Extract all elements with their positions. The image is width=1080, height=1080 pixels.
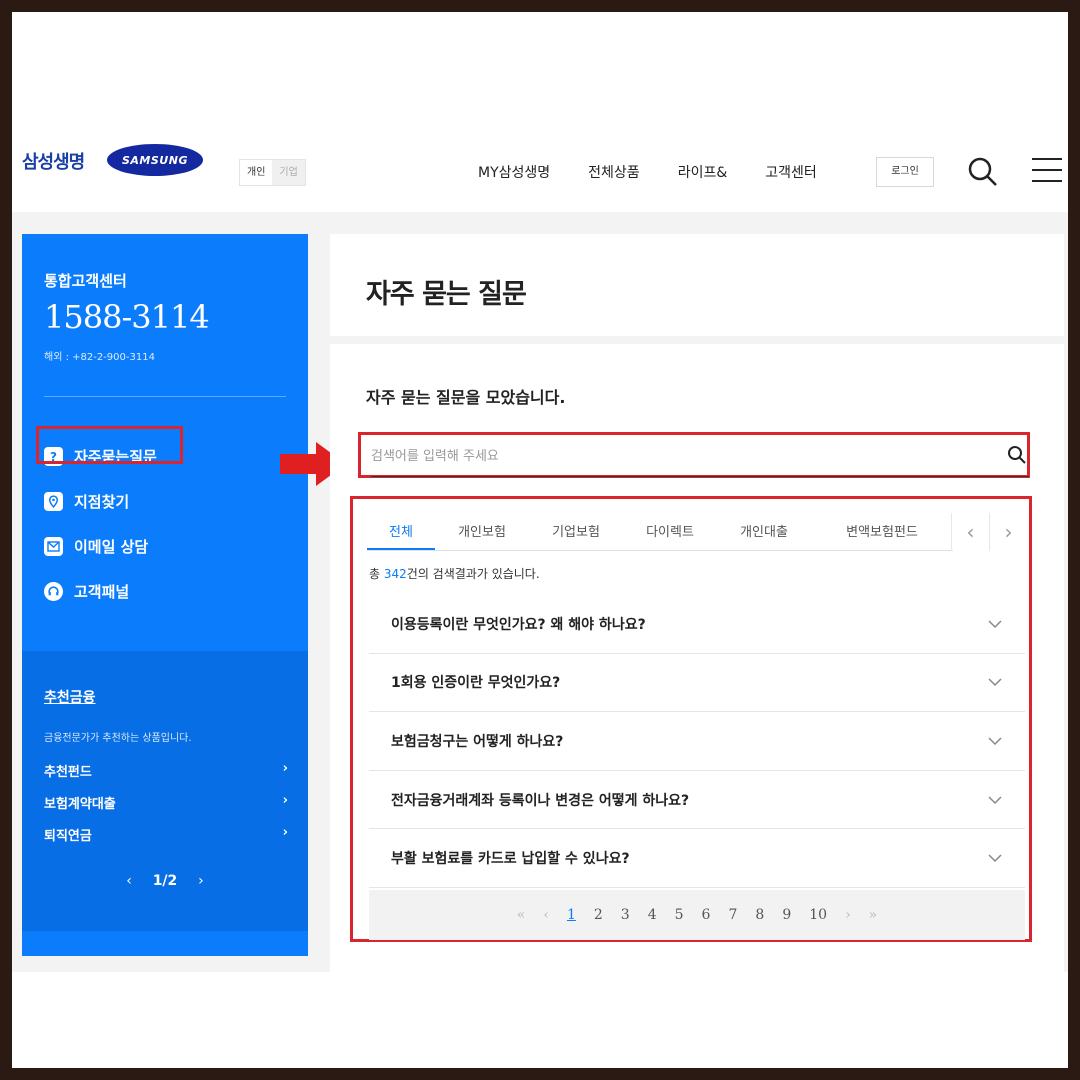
next-arrow-icon[interactable]: › bbox=[198, 873, 204, 889]
search-highlight-box bbox=[358, 432, 1030, 478]
page-link[interactable]: 8 bbox=[755, 907, 764, 923]
page-link-current[interactable]: 1 bbox=[567, 907, 576, 923]
tab-scroll-arrows: ‹ › bbox=[951, 513, 1027, 551]
sidebar-item-email[interactable]: 이메일 상담 bbox=[44, 524, 157, 569]
faq-list: 이용등록이란 무엇인가요? 왜 해야 하나요? 1회용 인증이란 무엇인가요? … bbox=[369, 595, 1025, 888]
page-link[interactable]: 5 bbox=[675, 907, 684, 923]
faq-question: 보험금청구는 어떻게 하나요? bbox=[391, 733, 564, 750]
nav-customer-center[interactable]: 고객센터 bbox=[765, 162, 817, 182]
recommend-pager: ‹ 1/2 › bbox=[22, 873, 308, 889]
chevron-left-icon[interactable]: ‹ bbox=[951, 513, 989, 551]
overseas-phone: 해외 : +82-2-900-3114 bbox=[44, 352, 155, 363]
faq-question: 부활 보험료를 카드로 납입할 수 있나요? bbox=[391, 851, 630, 868]
prev-page-icon[interactable]: ‹ bbox=[543, 907, 549, 923]
login-button[interactable]: 로그인 bbox=[876, 157, 934, 187]
recommend-desc: 금융전문가가 추천하는 상품입니다. bbox=[44, 733, 192, 744]
recommend-item[interactable]: 퇴직연금 › bbox=[44, 825, 288, 857]
sidebar: 통합고객센터 1588-3114 해외 : +82-2-900-3114 ? 자… bbox=[22, 234, 308, 956]
chevron-down-icon[interactable] bbox=[987, 792, 1003, 808]
recommend-item-label: 퇴직연금 bbox=[44, 829, 92, 844]
first-page-icon[interactable]: « bbox=[517, 907, 526, 923]
page-title: 자주 묻는 질문 bbox=[366, 279, 527, 310]
page-link[interactable]: 3 bbox=[621, 907, 630, 923]
faq-question: 전자금융거래계좌 등록이나 변경은 어떻게 하나요? bbox=[391, 792, 690, 809]
faq-subtitle: 자주 묻는 질문을 모았습니다. bbox=[366, 388, 566, 407]
site-header: 삼성생명 SAMSUNG 개인 기업 MY삼성생명 전체상품 라이프& 고객센터… bbox=[12, 132, 1068, 212]
recommend-item[interactable]: 보험계약대출 › bbox=[44, 793, 288, 825]
tab-direct[interactable]: 다이렉트 bbox=[623, 513, 717, 550]
recommend-list: 추천펀드 › 보험계약대출 › 퇴직연금 › bbox=[44, 761, 288, 857]
tab-all[interactable]: 전체 bbox=[367, 513, 435, 550]
pagination: « ‹ 1 2 3 4 5 6 7 8 9 10 › » bbox=[369, 890, 1025, 940]
page-link[interactable]: 9 bbox=[782, 907, 791, 923]
recommend-item[interactable]: 추천펀드 › bbox=[44, 761, 288, 793]
mail-icon bbox=[44, 537, 63, 556]
sidebar-item-label: 이메일 상담 bbox=[74, 538, 149, 556]
samsung-logo[interactable]: SAMSUNG bbox=[107, 144, 203, 176]
page-link[interactable]: 10 bbox=[809, 907, 827, 923]
recommend-item-label: 보험계약대출 bbox=[44, 797, 116, 812]
faq-content-panel: 자주 묻는 질문을 모았습니다. 전체 개인보험 기업보험 다이렉트 개인대출 … bbox=[330, 344, 1064, 972]
tab-personal-insurance[interactable]: 개인보험 bbox=[435, 513, 529, 550]
chevron-down-icon[interactable] bbox=[987, 674, 1003, 690]
sidebar-item-label: 지점찾기 bbox=[74, 493, 130, 511]
faq-item[interactable]: 이용등록이란 무엇인가요? 왜 해야 하나요? bbox=[369, 595, 1025, 654]
sidebar-divider bbox=[44, 396, 286, 397]
result-count-number: 342 bbox=[383, 567, 407, 581]
faq-item[interactable]: 1회용 인증이란 무엇인가요? bbox=[369, 653, 1025, 713]
search-icon[interactable] bbox=[1007, 445, 1027, 465]
last-page-icon[interactable]: » bbox=[869, 907, 878, 923]
brand-logo[interactable]: 삼성생명 bbox=[22, 148, 85, 174]
nav-life[interactable]: 라이프& bbox=[678, 162, 728, 182]
sidebar-item-customer-panel[interactable]: 고객패널 bbox=[44, 569, 157, 614]
sidebar-item-branch-finder[interactable]: 지점찾기 bbox=[44, 479, 157, 524]
headset-icon bbox=[44, 582, 63, 601]
customer-center-label: 통합고객센터 bbox=[44, 272, 127, 290]
next-page-icon[interactable]: › bbox=[845, 907, 851, 923]
chevron-right-icon: › bbox=[282, 761, 288, 776]
faq-highlight-box bbox=[36, 426, 183, 464]
faq-highlight-box: 전체 개인보험 기업보험 다이렉트 개인대출 변액보험펀드 ‹ › 총 342건… bbox=[350, 496, 1032, 942]
tab-personal-loan[interactable]: 개인대출 bbox=[717, 513, 811, 550]
page-link[interactable]: 7 bbox=[728, 907, 737, 923]
tab-business-insurance[interactable]: 기업보험 bbox=[529, 513, 623, 550]
chevron-right-icon[interactable]: › bbox=[989, 513, 1027, 551]
recommend-page-indicator: 1/2 bbox=[152, 873, 178, 889]
category-tabs: 전체 개인보험 기업보험 다이렉트 개인대출 변액보험펀드 bbox=[367, 513, 953, 551]
toggle-personal[interactable]: 개인 bbox=[240, 160, 273, 185]
chevron-down-icon[interactable] bbox=[987, 733, 1003, 749]
chevron-down-icon[interactable] bbox=[987, 616, 1003, 632]
nav-my-samsung-life[interactable]: MY삼성생명 bbox=[478, 162, 550, 182]
faq-question: 1회용 인증이란 무엇인가요? bbox=[391, 675, 561, 692]
search-bar bbox=[371, 435, 1029, 477]
recommend-title[interactable]: 추천금융 bbox=[44, 687, 96, 707]
sidebar-item-label: 고객패널 bbox=[74, 583, 130, 601]
chevron-right-icon: › bbox=[282, 793, 288, 808]
page-link[interactable]: 6 bbox=[702, 907, 711, 923]
chevron-right-icon: › bbox=[282, 825, 288, 840]
chevron-down-icon[interactable] bbox=[987, 850, 1003, 866]
tab-variable-insurance-fund[interactable]: 변액보험펀드 bbox=[811, 513, 953, 550]
faq-item[interactable]: 보험금청구는 어떻게 하나요? bbox=[369, 712, 1025, 771]
faq-item[interactable]: 전자금융거래계좌 등록이나 변경은 어떻게 하나요? bbox=[369, 770, 1025, 830]
page-link[interactable]: 4 bbox=[648, 907, 657, 923]
page-link[interactable]: 2 bbox=[594, 907, 603, 923]
location-pin-icon bbox=[44, 492, 63, 511]
recommend-panel: 추천금융 금융전문가가 추천하는 상품입니다. 추천펀드 › 보험계약대출 › … bbox=[22, 651, 308, 931]
faq-question: 이용등록이란 무엇인가요? 왜 해야 하나요? bbox=[391, 616, 646, 633]
screenshot-frame: 삼성생명 SAMSUNG 개인 기업 MY삼성생명 전체상품 라이프& 고객센터… bbox=[12, 12, 1068, 1068]
page-title-panel: 자주 묻는 질문 bbox=[330, 234, 1064, 336]
customer-center-phone[interactable]: 1588-3114 bbox=[44, 298, 210, 336]
main-nav: MY삼성생명 전체상품 라이프& 고객센터 bbox=[478, 162, 855, 182]
prev-arrow-icon[interactable]: ‹ bbox=[126, 873, 132, 889]
nav-all-products[interactable]: 전체상품 bbox=[588, 162, 640, 182]
recommend-item-label: 추천펀드 bbox=[44, 765, 92, 780]
search-icon[interactable] bbox=[967, 156, 999, 188]
customer-type-toggle: 개인 기업 bbox=[239, 159, 306, 186]
toggle-business[interactable]: 기업 bbox=[272, 160, 305, 185]
result-count: 총 342건의 검색결과가 있습니다. bbox=[369, 567, 540, 581]
faq-item[interactable]: 부활 보험료를 카드로 납입할 수 있나요? bbox=[369, 829, 1025, 888]
hamburger-menu-icon[interactable] bbox=[1032, 158, 1062, 184]
search-input[interactable] bbox=[371, 443, 991, 469]
